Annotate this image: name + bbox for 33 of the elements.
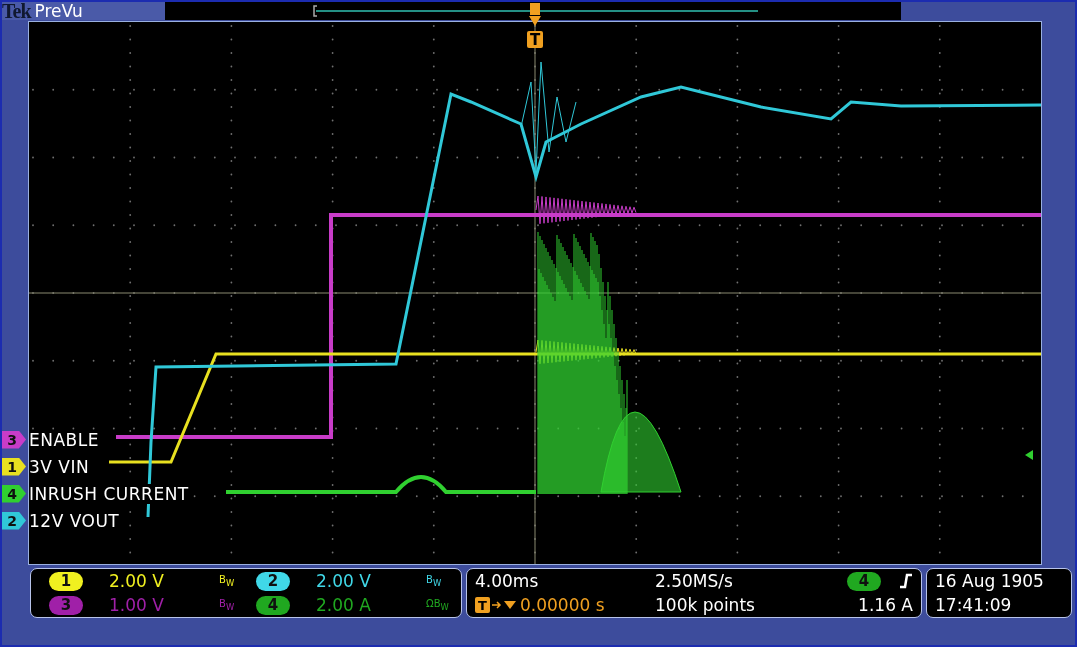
record-length: 100k points — [655, 595, 756, 615]
trigger-marker: T — [527, 31, 543, 48]
channel-marker: 4 — [2, 484, 26, 503]
channel-scale: 2.00 V — [109, 571, 165, 591]
channel-badge: 1 — [49, 571, 83, 591]
channel-scale: 2.00 V — [316, 571, 372, 591]
channel-badge: 3 — [49, 595, 83, 615]
channel-badge: 4 — [256, 595, 290, 615]
time-text: 17:41:09 — [935, 595, 1013, 615]
channel-marker: 3 — [2, 430, 26, 449]
bandwidth-limit: B$_{W}$ — [426, 574, 443, 588]
trace-label: INRUSH CURRENT — [29, 483, 189, 504]
mode-label: PreVu — [34, 2, 83, 20]
sample-rate: 2.50MS/s — [655, 571, 734, 591]
bandwidth-limit: B$_{W}$ — [219, 598, 236, 612]
brand-logo: Tek — [2, 2, 31, 20]
channel-badge: 2 — [256, 571, 290, 591]
trigger-badge: T — [475, 597, 490, 613]
channel-marker: 1 — [2, 457, 26, 476]
record-view-icon — [313, 5, 759, 17]
offset-arrow-icon — [1025, 450, 1033, 460]
bandwidth-limit: ΩB$_{W}$ — [426, 598, 450, 612]
channel-scale: 2.00 A — [316, 595, 372, 615]
date-text: 16 Aug 1905 — [935, 571, 1045, 591]
channel-marker: 2 — [2, 511, 26, 530]
trigger-source-badge: 4 — [847, 571, 881, 591]
channel-scale: 1.00 V — [109, 595, 165, 615]
time-scale: 4.00ms — [475, 571, 540, 591]
trigger-position: 0.00000 s — [520, 595, 605, 615]
rising-edge-icon — [899, 573, 913, 589]
trigger-level: 1.16 A — [858, 595, 913, 615]
arrow-icon — [492, 599, 518, 611]
bandwidth-limit: B$_{W}$ — [219, 574, 236, 588]
